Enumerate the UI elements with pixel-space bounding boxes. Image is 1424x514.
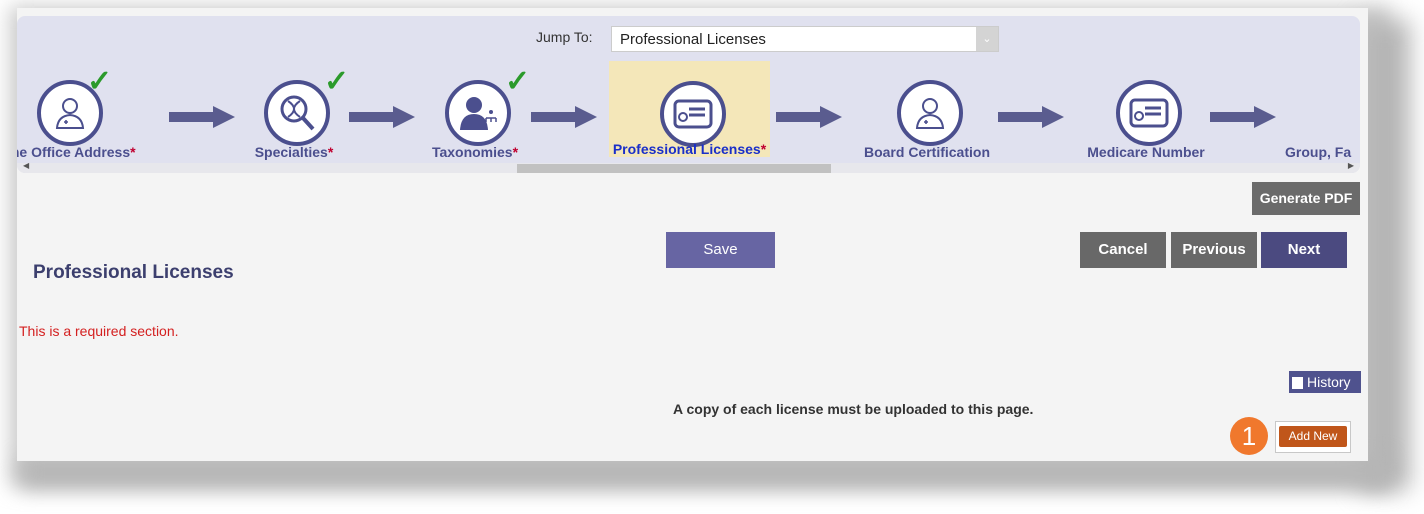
book-icon: [1292, 377, 1303, 389]
jump-to-select[interactable]: Professional Licenses ⌄: [611, 26, 999, 52]
scroll-left-icon[interactable]: ◀: [23, 161, 29, 170]
scroll-right-icon[interactable]: ▶: [1348, 161, 1354, 170]
arrow-right-icon: [998, 106, 1064, 128]
jump-to-label: Jump To:: [536, 29, 593, 45]
wizard-steps-bar: Jump To: Professional Licenses ⌄ ✓ ome O…: [17, 16, 1360, 173]
step-specialties[interactable]: ✓ Specialties*: [234, 60, 354, 160]
cancel-button[interactable]: Cancel: [1080, 232, 1166, 268]
horizontal-scrollbar[interactable]: ◀ ▶: [17, 161, 1360, 173]
step-label: Group, Fa: [1285, 144, 1352, 160]
screenshot-shadow-bottom: [20, 458, 1390, 488]
arrow-right-icon: [349, 106, 415, 128]
check-icon: ✓: [505, 65, 531, 98]
step-taxonomies[interactable]: ✓ Taxonomies*: [415, 60, 535, 160]
check-icon: ✓: [87, 65, 113, 98]
step-label: Professional Licenses*: [612, 141, 767, 157]
step-home-office-address[interactable]: ✓ ome Office Address*: [17, 60, 147, 160]
step-label: Medicare Number: [1087, 144, 1205, 160]
doctor-icon: [897, 80, 963, 146]
step-professional-licenses[interactable]: Professional Licenses*: [609, 61, 770, 157]
upload-notice: A copy of each license must be uploaded …: [673, 401, 1034, 417]
step-label: Specialties*: [254, 144, 334, 160]
generate-pdf-button[interactable]: Generate PDF: [1252, 182, 1360, 215]
arrow-right-icon: [1210, 106, 1276, 128]
step-board-certification[interactable]: Board Certification: [847, 60, 1007, 160]
certificate-icon: [659, 81, 726, 147]
main-panel: Jump To: Professional Licenses ⌄ ✓ ome O…: [17, 8, 1368, 461]
history-button[interactable]: History: [1289, 371, 1361, 393]
certificate-icon: [1116, 80, 1182, 146]
woman-hierarchy-icon: [445, 80, 511, 146]
next-button[interactable]: Next: [1261, 232, 1347, 268]
dna-magnifier-icon: [264, 80, 330, 146]
add-new-container: Add New: [1275, 421, 1351, 453]
step-medicare-number[interactable]: Medicare Number: [1071, 60, 1221, 160]
page-title: Professional Licenses: [33, 262, 234, 283]
arrow-right-icon: [776, 106, 842, 128]
check-icon: ✓: [324, 65, 350, 98]
chevron-down-icon[interactable]: ⌄: [976, 27, 998, 51]
arrow-right-icon: [531, 106, 597, 128]
scrollbar-thumb[interactable]: [517, 164, 831, 173]
required-section-note: This is a required section.: [19, 323, 179, 339]
history-label: History: [1307, 374, 1351, 390]
step-group-facility[interactable]: Group, Fa: [1285, 60, 1360, 160]
step-label: Board Certification: [863, 144, 990, 160]
arrow-right-icon: [169, 106, 235, 128]
step-label: Taxonomies*: [431, 144, 519, 160]
jump-to-selected-value: Professional Licenses: [620, 31, 766, 48]
add-new-button[interactable]: Add New: [1279, 426, 1347, 447]
step-label: ome Office Address*: [17, 144, 136, 160]
previous-button[interactable]: Previous: [1171, 232, 1257, 268]
callout-badge: 1: [1230, 417, 1268, 455]
save-button[interactable]: Save: [666, 232, 775, 268]
